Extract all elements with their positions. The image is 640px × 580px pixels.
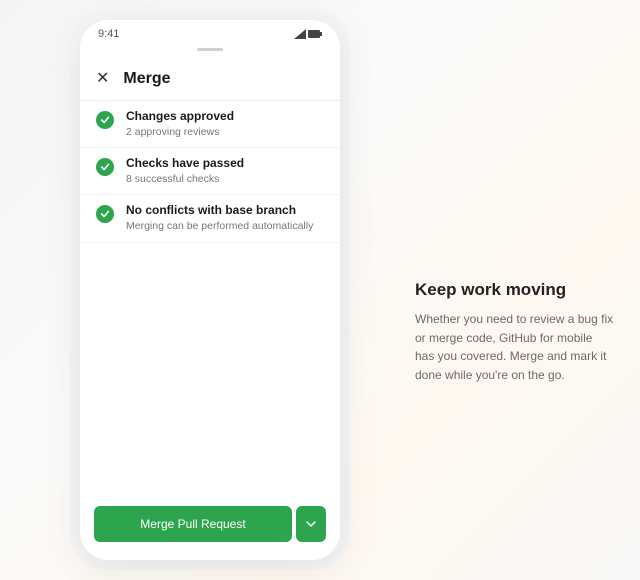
title-bar: ✕ Merge [80, 60, 340, 101]
check-circle-icon [96, 111, 114, 129]
speaker-notch [80, 48, 340, 60]
check-subtitle: 2 approving reviews [126, 126, 324, 140]
check-row: Checks have passed 8 successful checks [80, 148, 340, 195]
status-icons [294, 29, 322, 39]
close-icon[interactable]: ✕ [96, 71, 109, 87]
check-row: No conflicts with base branch Merging ca… [80, 195, 340, 242]
check-title: Checks have passed [126, 156, 324, 172]
check-title: Changes approved [126, 109, 324, 125]
merge-options-dropdown[interactable] [296, 506, 326, 542]
battery-icon [308, 29, 322, 39]
marketing-copy: Keep work moving Whether you need to rev… [415, 280, 615, 384]
check-circle-icon [96, 158, 114, 176]
check-circle-icon [96, 205, 114, 223]
merge-button[interactable]: Merge Pull Request [94, 506, 292, 542]
merge-checklist: Changes approved 2 approving reviews Che… [80, 101, 340, 494]
check-subtitle: 8 successful checks [126, 173, 324, 187]
check-subtitle: Merging can be performed automatically [126, 220, 324, 234]
chevron-down-icon [306, 519, 316, 529]
page-title: Merge [123, 70, 170, 88]
status-time: 9:41 [98, 28, 119, 40]
footer-actions: Merge Pull Request [80, 494, 340, 560]
marketing-title: Keep work moving [415, 280, 615, 300]
signal-icon [294, 29, 306, 39]
marketing-body: Whether you need to review a bug fix or … [415, 310, 615, 384]
check-row: Changes approved 2 approving reviews [80, 101, 340, 148]
phone-mockup: 9:41 ✕ Merge Changes approved 2 approvin… [80, 20, 340, 560]
check-title: No conflicts with base branch [126, 203, 324, 219]
status-bar: 9:41 [80, 20, 340, 48]
